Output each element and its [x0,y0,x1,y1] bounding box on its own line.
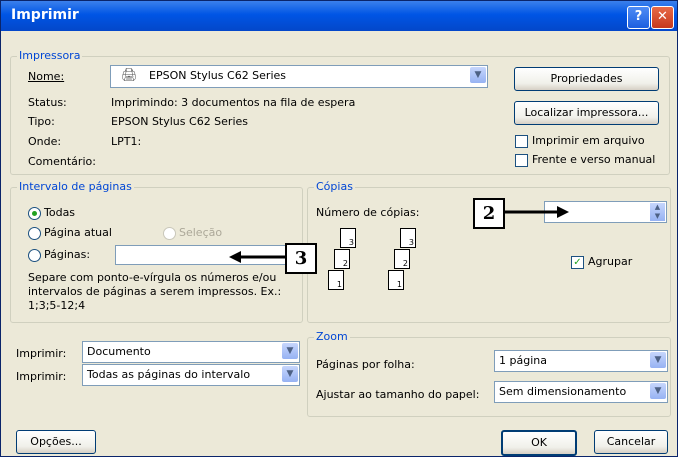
copies-legend: Cópias [314,180,355,193]
chevron-down-icon[interactable]: ▼ [470,67,486,83]
zoom-group: Zoom [307,330,671,417]
print-to-file-checkbox[interactable] [515,135,528,148]
range-all-radio[interactable] [28,207,41,220]
printer-name-select[interactable]: 🖨 EPSON Stylus C62 Series ▼ [110,65,488,88]
page-range-legend: Intervalo de páginas [17,180,134,193]
print-what-select[interactable]: Documento ▼ [82,341,300,363]
title-bar: Imprimir ? ✕ [1,1,677,31]
range-pages-radio[interactable] [28,249,41,262]
print-what-label: Imprimir: [16,347,67,360]
where-label: Onde: [28,135,62,148]
printer-icon: 🖨 [121,68,138,83]
print-range-value: Todas as páginas do intervalo [87,368,251,381]
chevron-down-icon[interactable]: ▼ [282,366,298,382]
options-button[interactable]: Opções... [16,430,96,454]
range-help-line3: 1;3;5-12;4 [28,299,86,312]
printer-name-label: Nome: [28,70,65,83]
comment-label: Comentário: [28,155,96,168]
range-selection-radio[interactable] [163,227,176,240]
status-label: Status: [28,96,67,109]
range-current-radio[interactable] [28,227,41,240]
where-value: LPT1: [111,135,142,148]
help-icon[interactable]: ? [627,6,650,29]
collate-label[interactable]: Agrupar [588,255,632,268]
callout-3: 3 [285,243,317,274]
window-title: Imprimir [11,7,79,23]
print-dialog: Imprimir ? ✕ Impressora Nome: 🖨 EPSON St… [0,0,678,457]
callout-3-arrow [229,251,285,263]
ok-button[interactable]: OK [501,430,577,456]
type-value: EPSON Stylus C62 Series [111,115,249,128]
callout-2: 2 [473,198,505,229]
chevron-down-icon[interactable]: ▼ [650,352,666,368]
print-range-select[interactable]: Todas as páginas do intervalo ▼ [82,364,300,386]
copies-number-label: Número de cópias: [316,206,420,219]
range-help-line1: Separe com ponto-e-vírgula os números e/… [28,271,277,284]
pages-per-sheet-label: Páginas por folha: [316,358,415,371]
range-all-label[interactable]: Todas [44,206,75,219]
properties-button[interactable]: Propriedades [514,67,659,91]
scale-value: Sem dimensionamento [499,385,627,398]
zoom-legend: Zoom [314,330,350,343]
pages-per-sheet-value: 1 página [499,354,547,367]
print-to-file-label[interactable]: Imprimir em arquivo [532,134,645,147]
print-what-value: Documento [87,345,151,358]
manual-duplex-label[interactable]: Frente e verso manual [532,153,655,166]
chevron-down-icon[interactable]: ▼ [650,383,666,399]
collate-checkbox[interactable]: ✓ [571,256,584,269]
printer-name-value: EPSON Stylus C62 Series [149,69,287,82]
cancel-button[interactable]: Cancelar [594,430,668,454]
manual-duplex-checkbox[interactable] [515,154,528,167]
type-label: Tipo: [28,115,55,128]
callout-2-arrow [505,206,569,218]
chevron-down-icon[interactable]: ▼ [282,343,298,359]
print-range-label: Imprimir: [16,370,67,383]
range-current-label[interactable]: Página atual [44,226,112,239]
find-printer-button[interactable]: Localizar impressora... [514,101,659,125]
pages-per-sheet-select[interactable]: 1 página ▼ [494,350,668,372]
scale-label: Ajustar ao tamanho do papel: [316,388,480,401]
range-help-line2: intervalos de páginas a serem impressos.… [28,285,282,298]
range-pages-label[interactable]: Páginas: [44,248,90,261]
range-selection-label: Seleção [179,226,223,239]
printer-legend: Impressora [17,49,83,62]
close-icon[interactable]: ✕ [651,6,674,29]
status-value: Imprimindo: 3 documentos na fila de espe… [111,96,356,109]
scale-select[interactable]: Sem dimensionamento ▼ [494,381,668,403]
spinner-arrows-icon[interactable]: ▲ ▼ [650,203,665,221]
